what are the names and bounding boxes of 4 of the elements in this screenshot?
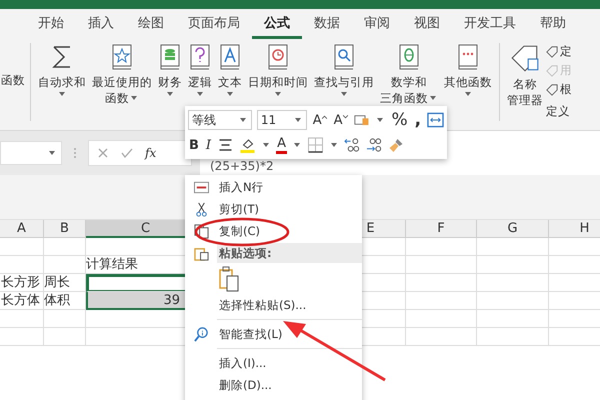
table-cell: 长方形: [0, 274, 44, 292]
table-cell: 长方体: [0, 292, 44, 310]
group-label: 定义: [546, 104, 571, 119]
menu-section-header: 粘贴选项:: [217, 243, 362, 263]
